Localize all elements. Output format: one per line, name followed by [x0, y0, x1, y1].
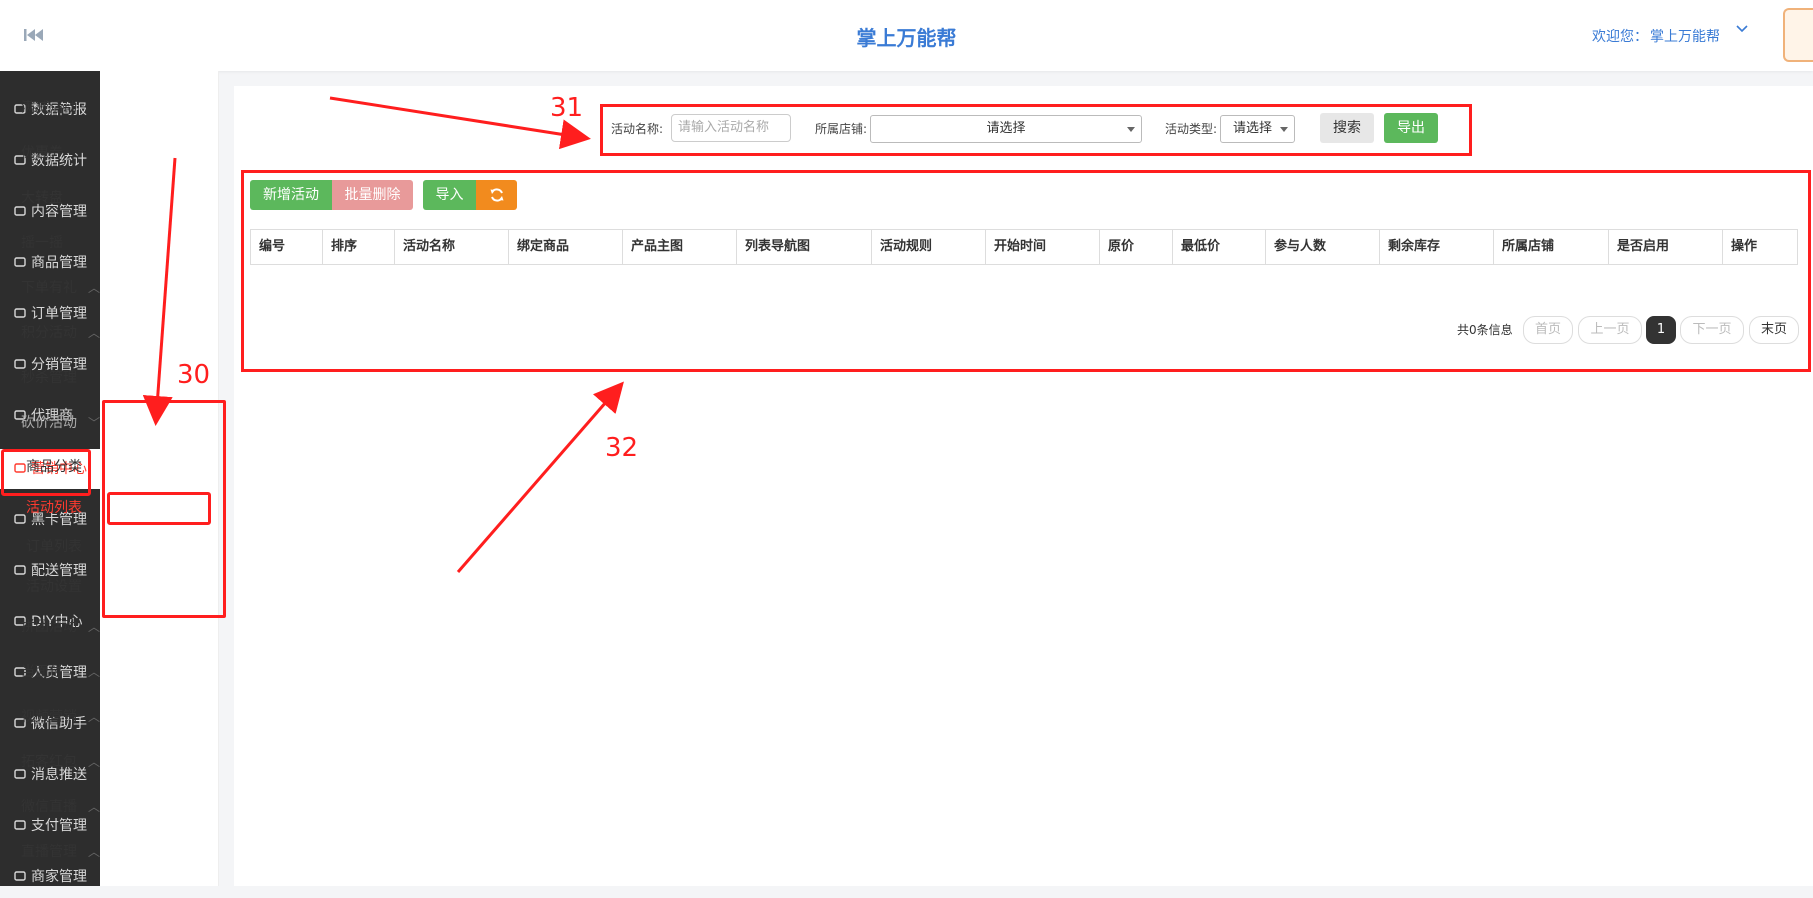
submenu-item-wechat-live[interactable]: 微信直播 ︿ — [0, 789, 118, 825]
shop-select[interactable]: 请选择 — [870, 115, 1142, 143]
pager-prev-button[interactable]: 上一页 — [1578, 316, 1642, 344]
column-header[interactable]: 活动名称 — [395, 230, 509, 264]
submenu-item-coupon[interactable]: 优惠券 — [0, 135, 118, 171]
submenu-item-product-category[interactable]: 商品分类 — [0, 449, 118, 485]
nav-item-label: 商家管理 — [31, 869, 87, 885]
submenu-item-order-list[interactable]: 订单列表 — [0, 529, 118, 565]
column-header[interactable]: 是否启用 — [1609, 230, 1723, 264]
user-name[interactable]: 掌上万能帮 — [1650, 26, 1720, 46]
annotation-number: 32 — [605, 433, 639, 463]
submenu-item-shake[interactable]: 摇一摇 — [0, 225, 118, 261]
export-button[interactable]: 导出 — [1384, 113, 1438, 143]
activity-type-label: 活动类型: — [1165, 122, 1218, 136]
chevron-up-icon: ︿ — [87, 710, 100, 724]
pager-first-button[interactable]: 首页 — [1523, 316, 1573, 344]
chevron-up-icon: ︿ — [87, 755, 100, 769]
shop-label: 所属店铺: — [815, 122, 868, 136]
activity-type-select[interactable]: 请选择 — [1220, 115, 1295, 143]
submenu-item-group-buy[interactable]: 拼团活动 ︿ — [0, 609, 118, 645]
submenu-item-activity-settings[interactable]: 活动设置 — [0, 569, 118, 605]
welcome-label: 欢迎您： — [1592, 29, 1648, 45]
avatar[interactable] — [1783, 8, 1813, 62]
batch-delete-button[interactable]: 批量删除 — [332, 180, 413, 210]
pager-info: 共0条信息 — [1457, 323, 1513, 337]
submenu-item-activity-list[interactable]: 活动列表 — [0, 490, 118, 526]
chevron-up-icon: ︿ — [87, 665, 100, 679]
refresh-button[interactable] — [476, 180, 517, 210]
app-title: 掌上万能帮 — [856, 26, 957, 50]
column-header[interactable]: 编号 — [251, 230, 323, 264]
pager-last-button[interactable]: 末页 — [1749, 316, 1799, 344]
column-header[interactable]: 开始时间 — [986, 230, 1100, 264]
chevron-up-icon: ︿ — [87, 326, 100, 340]
column-header[interactable]: 排序 — [323, 230, 395, 264]
pager-current-page[interactable]: 1 — [1646, 316, 1676, 344]
annotation-number: 31 — [550, 93, 584, 123]
submenu-item-bargain[interactable]: 砍价活动 ﹀ — [0, 405, 118, 441]
chevron-up-icon: ︿ — [87, 845, 100, 859]
submenu-item-live-management[interactable]: 直播管理 ︿ — [0, 834, 118, 870]
column-header[interactable]: 最低价 — [1173, 230, 1266, 264]
refresh-icon — [490, 188, 503, 202]
dropdown-arrow-icon — [1127, 127, 1135, 132]
activity-name-label: 活动名称: — [611, 122, 664, 136]
dropdown-arrow-icon — [1280, 127, 1288, 132]
annotation-number: 30 — [177, 360, 211, 390]
column-header[interactable]: 操作 — [1723, 230, 1797, 264]
chevron-up-icon: ︿ — [87, 620, 100, 634]
pager-next-button[interactable]: 下一页 — [1680, 316, 1744, 344]
top-header: 掌上万能帮 欢迎您： 掌上万能帮 — [0, 0, 1813, 71]
chevron-up-icon: ︿ — [87, 800, 100, 814]
add-activity-button[interactable]: 新增活动 — [250, 180, 332, 210]
column-header[interactable]: 活动规则 — [872, 230, 986, 264]
submenu-item-full-reduction[interactable]: 满减活动 — [0, 90, 118, 126]
chevron-down-icon: ﹀ — [87, 416, 100, 430]
column-header[interactable]: 绑定商品 — [509, 230, 623, 264]
column-header[interactable]: 原价 — [1100, 230, 1173, 264]
submenu-item-face-pay[interactable]: 当面付 ︿ — [0, 654, 118, 690]
column-header[interactable]: 参与人数 — [1266, 230, 1380, 264]
submenu-item-wheel[interactable]: 大转盘 — [0, 180, 118, 216]
search-button[interactable]: 搜索 — [1320, 113, 1374, 143]
submenu-item-points[interactable]: 积分活动 ︿ — [0, 315, 118, 351]
column-header[interactable]: 剩余库存 — [1380, 230, 1494, 264]
annotation-highlight-activity-list — [107, 492, 211, 525]
submenu-item-seckill[interactable]: 秒杀管理 — [0, 360, 118, 396]
table-header: 编号 排序 活动名称 绑定商品 产品主图 列表导航图 活动规则 开始时间 原价 … — [250, 229, 1798, 265]
column-header[interactable]: 所属店铺 — [1494, 230, 1609, 264]
import-button[interactable]: 导入 — [423, 180, 476, 210]
chevron-up-icon: ︿ — [87, 281, 100, 295]
column-header[interactable]: 列表导航图 — [737, 230, 872, 264]
column-header[interactable]: 产品主图 — [623, 230, 737, 264]
submenu-item-video-marketing[interactable]: 视频营销 ︿ — [0, 699, 118, 735]
chevron-down-icon[interactable] — [1735, 22, 1749, 36]
submenu-item-red-packet[interactable]: 拓客红包 ︿ — [0, 744, 118, 780]
activity-name-input[interactable]: 请输入活动名称 — [671, 114, 791, 142]
submenu-item-order-gift[interactable]: 下单有礼 ︿ — [0, 270, 118, 306]
